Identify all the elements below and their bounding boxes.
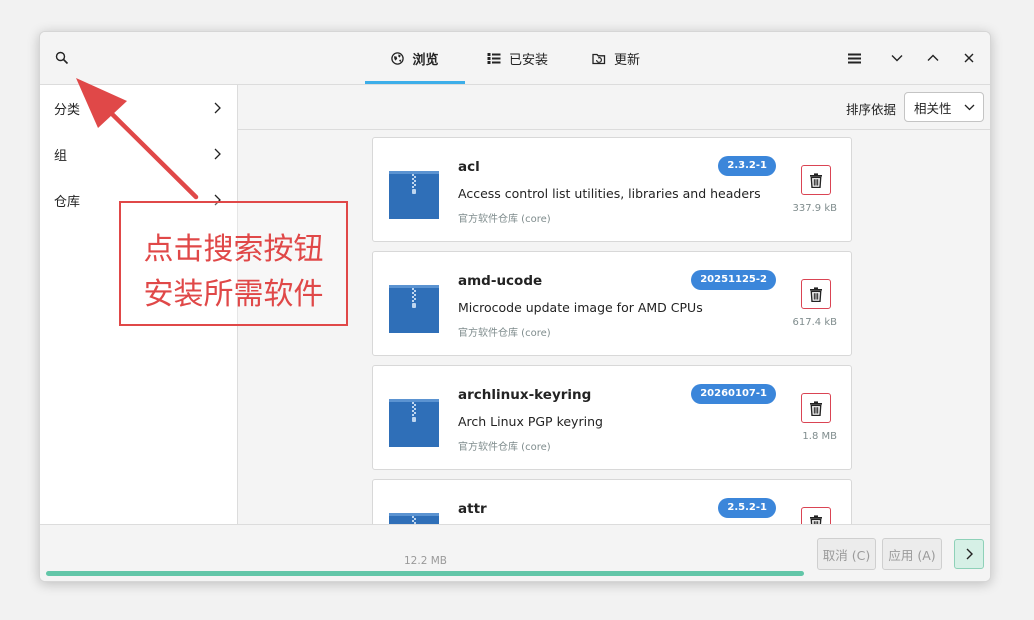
package-repository: 官方软件仓库 (core)	[458, 328, 551, 339]
remove-package-button[interactable]	[801, 165, 831, 195]
package-archive-icon	[389, 285, 439, 333]
remove-package-button[interactable]	[801, 507, 831, 524]
maximize-button[interactable]	[921, 46, 945, 70]
package-name: attr	[458, 501, 487, 517]
transaction-bar: 12.2 MB 取消 (C) 应用 (A)	[40, 524, 990, 581]
sidebar-item-groups[interactable]: 组	[40, 131, 237, 177]
package-size: 337.9 kB	[792, 203, 837, 214]
version-badge: 2.5.2-1	[718, 498, 776, 518]
search-button[interactable]	[48, 44, 76, 72]
trash-icon	[810, 286, 822, 302]
menu-button[interactable]	[842, 46, 866, 70]
remove-package-button[interactable]	[801, 279, 831, 309]
package-repository: 官方软件仓库 (core)	[458, 214, 551, 225]
package-card[interactable]: attr 2.5.2-1	[372, 479, 852, 524]
chevron-right-icon	[214, 148, 221, 160]
close-icon	[964, 53, 974, 63]
remove-package-button[interactable]	[801, 393, 831, 423]
apply-button[interactable]: 应用 (A)	[882, 538, 942, 570]
search-icon	[55, 51, 69, 65]
trash-icon	[810, 514, 822, 524]
total-download-size: 12.2 MB	[404, 555, 447, 567]
hamburger-menu-icon	[847, 53, 861, 63]
package-card[interactable]: acl 2.3.2-1 Access control list utilitie…	[372, 137, 852, 242]
package-card[interactable]: archlinux-keyring 20260107-1 Arch Linux …	[372, 365, 852, 470]
tab-installed[interactable]: 已安装	[465, 32, 570, 84]
sort-toolbar: 排序依据 相关性	[238, 85, 990, 130]
version-badge: 20260107-1	[691, 384, 776, 404]
package-repository: 官方软件仓库 (core)	[458, 442, 551, 453]
annotation-text: 点击搜索按钮	[143, 232, 324, 267]
sidebar-item-label: 组	[54, 148, 68, 164]
sort-select-value: 相关性	[914, 100, 952, 116]
tab-updates[interactable]: 更新	[570, 32, 662, 84]
package-archive-icon	[389, 171, 439, 219]
annotation-text: 安装所需软件	[143, 277, 324, 312]
package-size: 617.4 kB	[792, 317, 837, 328]
package-size: 1.8 MB	[802, 431, 837, 442]
chevron-up-icon	[927, 54, 939, 61]
sidebar-item-label: 分类	[54, 102, 81, 118]
trash-icon	[810, 400, 822, 416]
annotation-box: 点击搜索按钮 安装所需软件	[119, 201, 348, 326]
sidebar-item-categories[interactable]: 分类	[40, 85, 237, 131]
version-badge: 20251125-2	[691, 270, 776, 290]
tab-browse-label: 浏览	[412, 52, 439, 68]
update-icon	[592, 53, 606, 64]
tab-browse[interactable]: 浏览	[365, 32, 465, 84]
trash-icon	[810, 172, 822, 188]
package-description: Access control list utilities, libraries…	[458, 186, 761, 201]
progress-bar	[46, 571, 804, 576]
progress-fill	[46, 571, 804, 576]
package-name: amd-ucode	[458, 273, 543, 289]
package-name: acl	[458, 159, 480, 175]
view-tabs: 浏览 已安装 更新	[365, 32, 662, 84]
sidebar-item-label: 仓库	[54, 194, 81, 210]
package-description: Arch Linux PGP keyring	[458, 414, 603, 429]
version-badge: 2.3.2-1	[718, 156, 776, 176]
package-archive-icon	[389, 399, 439, 447]
package-list[interactable]: acl 2.3.2-1 Access control list utilitie…	[238, 130, 990, 524]
chevron-down-icon	[964, 104, 975, 110]
minimize-button[interactable]	[885, 46, 909, 70]
tab-updates-label: 更新	[614, 52, 641, 68]
list-icon	[487, 52, 501, 64]
chevron-right-icon	[966, 548, 973, 560]
sort-select[interactable]: 相关性	[904, 92, 984, 122]
sort-label: 排序依据	[845, 102, 896, 117]
package-name: archlinux-keyring	[458, 387, 592, 403]
package-archive-icon	[389, 513, 439, 524]
header-bar: 浏览 已安装 更新	[40, 32, 990, 85]
close-button[interactable]	[957, 46, 981, 70]
cancel-button[interactable]: 取消 (C)	[817, 538, 876, 570]
tab-installed-label: 已安装	[509, 52, 549, 68]
chevron-right-icon	[214, 102, 221, 114]
globe-icon	[391, 51, 405, 65]
chevron-down-icon	[891, 55, 903, 62]
package-card[interactable]: amd-ucode 20251125-2 Microcode update im…	[372, 251, 852, 356]
package-description: Microcode update image for AMD CPUs	[458, 300, 703, 315]
details-button[interactable]	[954, 539, 984, 569]
